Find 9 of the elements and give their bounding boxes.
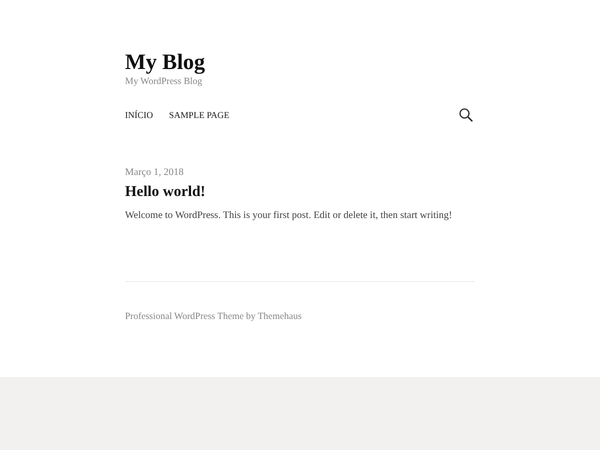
footer-credit: Professional WordPress Theme by Themehaus <box>125 312 303 322</box>
nav-link[interactable]: INÍCIO <box>125 110 153 120</box>
site-title[interactable]: My Blog <box>125 50 475 74</box>
nav-link[interactable]: SAMPLE PAGE <box>169 110 230 120</box>
post-title[interactable]: Hello world! <box>125 184 475 201</box>
post-date[interactable]: Março 1, 2018 <box>125 167 475 178</box>
post-excerpt: Welcome to WordPress. This is your first post. Edit or delete it, then start writing! <box>125 210 454 221</box>
search-icon[interactable] <box>459 108 473 122</box>
site-tagline: My WordPress Blog <box>125 77 204 87</box>
